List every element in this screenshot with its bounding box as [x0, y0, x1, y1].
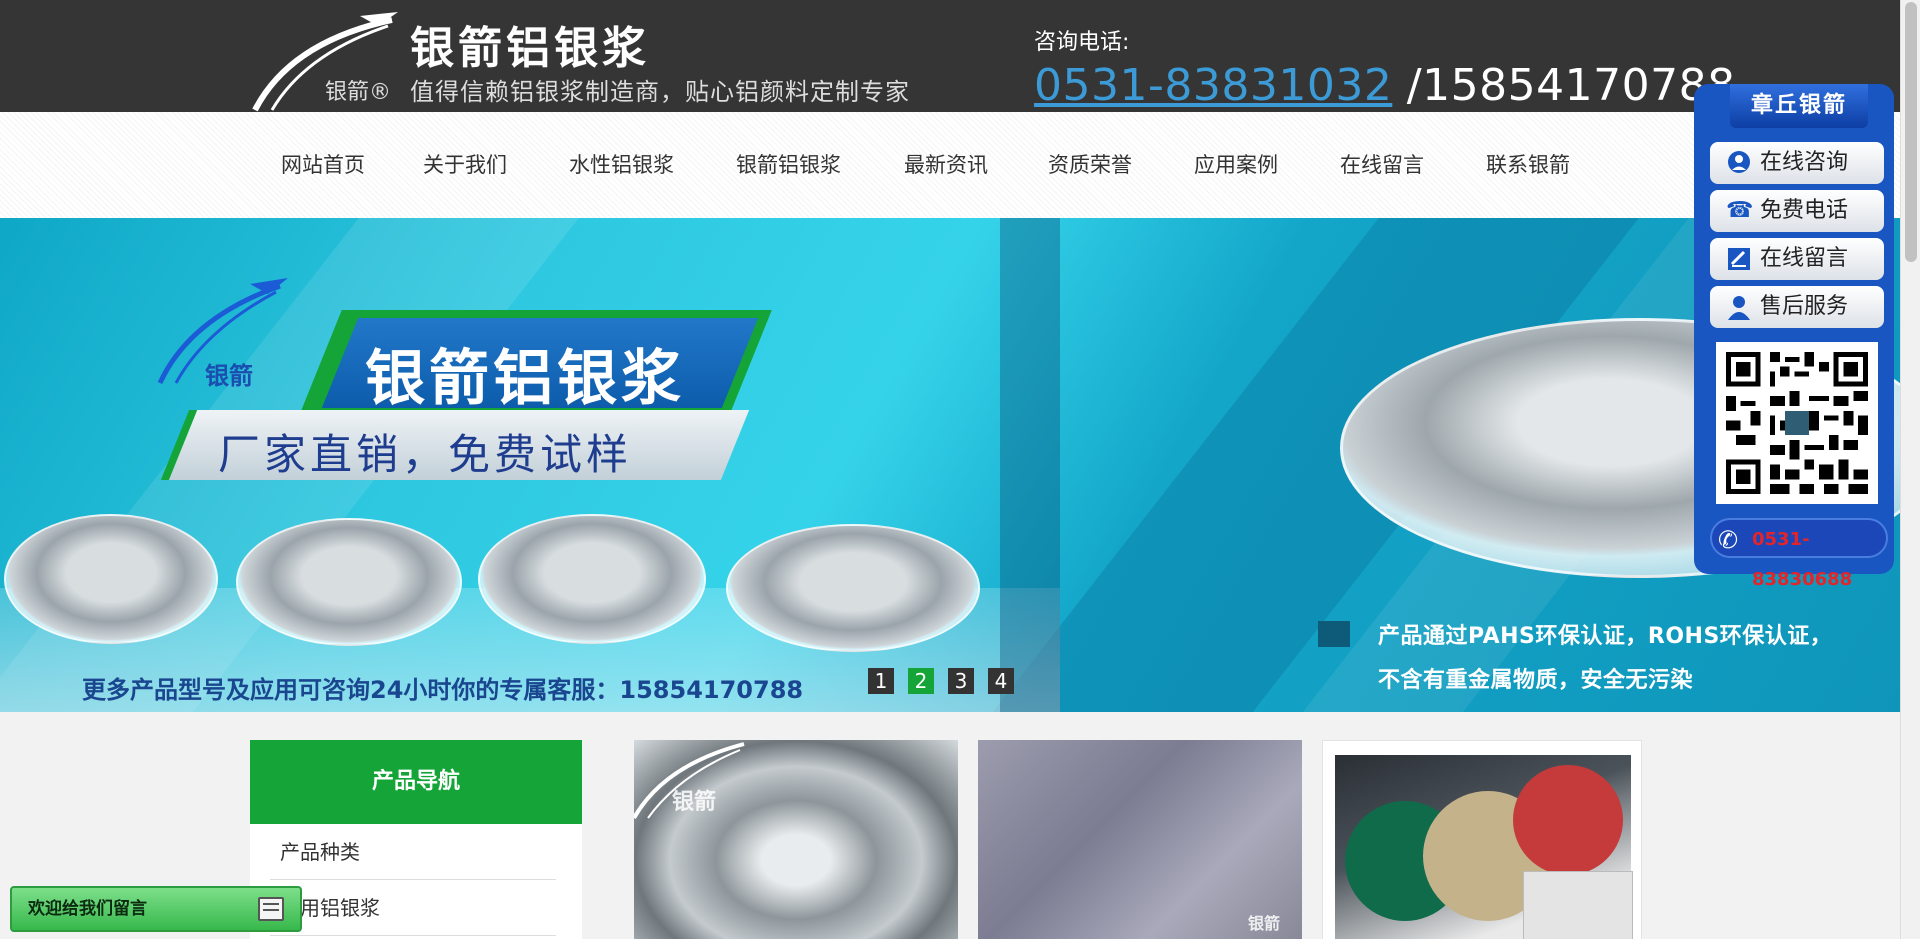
floating-contact-panel: 章丘银箭 在线咨询 ☎ 免费电话 在线留言 售后服务 ✆ 0531-838306…	[1694, 84, 1894, 590]
page-scrollbar[interactable]	[1900, 0, 1920, 939]
cert-line-2: 不含有重金属物质，安全无污染	[1378, 668, 1694, 693]
nav-item-about[interactable]: 关于我们	[399, 112, 545, 218]
leave-message-button[interactable]: 在线留言	[1710, 238, 1884, 280]
printer-shape	[1523, 871, 1633, 939]
free-call-button[interactable]: ☎ 免费电话	[1710, 190, 1884, 232]
main-nav: 网站首页 关于我们 水性铝银浆 银箭铝银浆 最新资讯 资质荣誉 应用案例 在线留…	[257, 112, 1608, 218]
online-consult-button[interactable]: 在线咨询	[1710, 142, 1884, 184]
slide-dot-3[interactable]: 3	[948, 668, 974, 694]
product-brand-watermark: 银箭	[1248, 914, 1281, 933]
slide-dot-2[interactable]: 2	[908, 668, 934, 694]
product-brand-watermark: 银箭	[672, 790, 717, 815]
cert-line-1: 产品通过PAHS环保认证，ROHS环保认证，	[1378, 624, 1833, 649]
logo-title: 银箭铝银浆	[410, 23, 650, 74]
coil-shape	[1513, 765, 1623, 875]
logo-brand-name: 银箭®	[325, 80, 392, 105]
nav-item-message[interactable]: 在线留言	[1316, 112, 1462, 218]
banner-title: 银箭铝银浆	[365, 344, 685, 414]
leave-message-label: 在线留言	[1760, 246, 1849, 271]
product-nav-title: 产品导航	[250, 740, 582, 824]
cert-bullet	[1318, 621, 1350, 647]
slide-pagination: 1 2 3 4	[868, 668, 1014, 694]
product-thumbnail-1[interactable]: 银箭	[634, 740, 958, 939]
phone-main-link[interactable]: 0531-83831032	[1034, 60, 1392, 111]
nav-item-news[interactable]: 最新资讯	[880, 112, 1024, 218]
logo-slogan: 值得信赖铝银浆制造商，贴心铝颜料定制专家	[410, 78, 910, 106]
panel-phone-number: 0531-83830688	[1752, 529, 1853, 590]
slide-dot-1[interactable]: 1	[868, 668, 894, 694]
product-nav-item-categories[interactable]: 产品种类	[270, 824, 556, 880]
product-thumbnail-3[interactable]	[1322, 740, 1642, 939]
panel-phone-link[interactable]: ✆ 0531-83830688	[1710, 518, 1888, 590]
product-thumbnail-2[interactable]: 银箭	[978, 740, 1302, 939]
scrollbar-thumb[interactable]	[1905, 2, 1917, 262]
hero-banner[interactable]: 银箭 银箭铝银浆 厂家直销，免费试样 更多产品型号及应用可咨询24小时你的专属客…	[0, 218, 1900, 712]
leave-message-chat-bar[interactable]: 欢迎给我们留言	[10, 886, 302, 932]
edit-note-icon	[1726, 246, 1752, 272]
nav-item-yinjian-paste[interactable]: 银箭铝银浆	[712, 112, 880, 218]
side-panel-title: 章丘银箭	[1730, 84, 1868, 128]
contact-label: 咨询电话:	[1034, 30, 1130, 55]
nav-item-contact[interactable]: 联系银箭	[1462, 112, 1608, 218]
chat-bubble-icon	[1726, 150, 1752, 176]
telephone-icon: ☎	[1726, 198, 1754, 223]
free-call-label: 免费电话	[1760, 198, 1849, 223]
product-dish-image	[478, 514, 706, 644]
after-sales-label: 售后服务	[1760, 294, 1849, 319]
contact-info: 咨询电话: 0531-83831032 /15854170788	[1034, 24, 1736, 111]
banner-footer-text: 更多产品型号及应用可咨询24小时你的专属客服：15854170788	[82, 676, 804, 704]
banner-subtitle: 厂家直销，免费试样	[218, 430, 633, 479]
message-window-icon[interactable]	[258, 897, 284, 921]
site-header: 银箭® 银箭铝银浆 值得信赖铝银浆制造商，贴心铝颜料定制专家 咨询电话: 053…	[0, 0, 1900, 112]
product-dish-image	[726, 524, 980, 652]
handset-icon: ✆	[1718, 526, 1739, 554]
product-nav-item-ink-paste[interactable]: 墨用铝银浆	[270, 880, 556, 936]
product-dish-image	[4, 514, 218, 644]
nav-item-waterborne-paste[interactable]: 水性铝银浆	[545, 112, 712, 218]
main-nav-bar: 网站首页 关于我们 水性铝银浆 银箭铝银浆 最新资讯 资质荣誉 应用案例 在线留…	[0, 112, 1900, 218]
qr-code-icon	[1716, 342, 1878, 504]
online-consult-label: 在线咨询	[1760, 150, 1849, 175]
product-dish-image	[236, 518, 462, 646]
slide-dot-4[interactable]: 4	[988, 668, 1014, 694]
nav-item-cases[interactable]: 应用案例	[1170, 112, 1316, 218]
site-logo[interactable]: 银箭® 银箭铝银浆 值得信赖铝银浆制造商，贴心铝颜料定制专家	[250, 12, 950, 112]
phone-extra: /15854170788	[1392, 60, 1736, 111]
person-icon	[1726, 294, 1752, 320]
banner-divider	[1000, 218, 1060, 712]
chat-bar-label: 欢迎给我们留言	[28, 899, 147, 919]
after-sales-button[interactable]: 售后服务	[1710, 286, 1884, 328]
contact-phones: 0531-83831032 /15854170788	[1034, 60, 1736, 111]
nav-item-honors[interactable]: 资质荣誉	[1024, 112, 1170, 218]
nav-item-home[interactable]: 网站首页	[257, 112, 399, 218]
banner-brand: 银箭	[205, 362, 253, 390]
